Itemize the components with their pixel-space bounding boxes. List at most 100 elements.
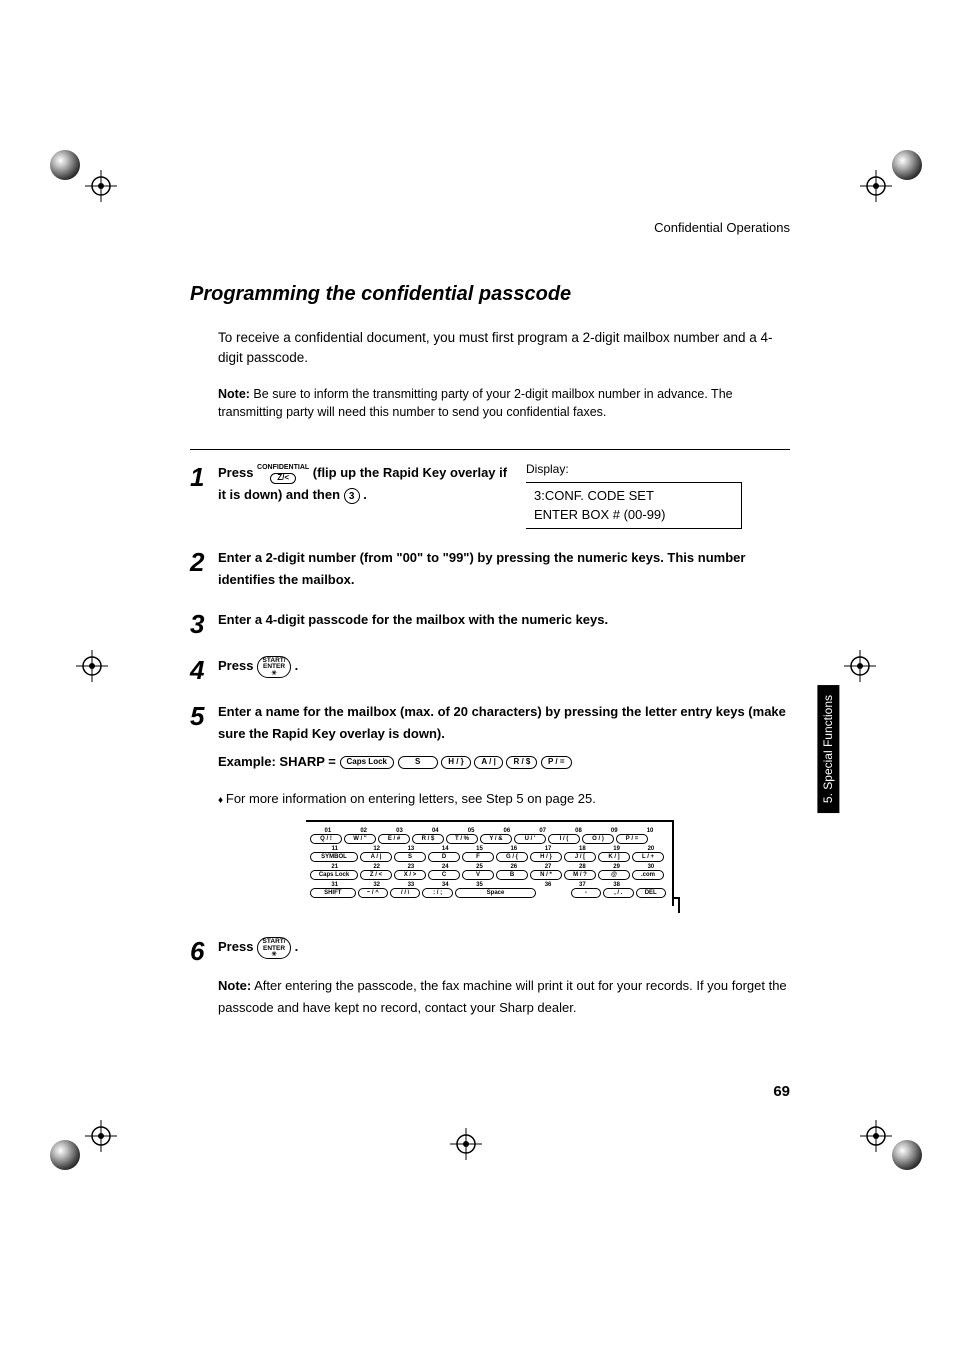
- kb-key: ~ / ^: [358, 888, 388, 898]
- step-2: 2 Enter a 2-digit number (from "00" to "…: [190, 547, 790, 591]
- step-number: 4: [190, 657, 218, 683]
- kb-key: DEL: [636, 888, 666, 898]
- r-key-icon: R / $: [506, 756, 537, 769]
- print-sphere-icon: [892, 1140, 922, 1170]
- kb-key: -: [571, 888, 601, 898]
- step-3: 3 Enter a 4-digit passcode for the mailb…: [190, 609, 790, 637]
- step-body: Press START/ ENTER ✳ . Note: After enter…: [218, 936, 790, 1019]
- print-sphere-icon: [892, 150, 922, 180]
- registration-mark-icon: [860, 1120, 892, 1152]
- kb-key: X / >: [394, 870, 426, 880]
- kb-key: D: [428, 852, 460, 862]
- kb-key: , / .: [603, 888, 633, 898]
- kb-key: Caps Lock: [310, 870, 358, 880]
- kb-key: C: [428, 870, 460, 880]
- step-number: 5: [190, 703, 218, 729]
- kb-key: B: [496, 870, 528, 880]
- kb-key: P / =: [616, 834, 648, 844]
- keyboard-diagram: 01020304050607080910 Q / !W / "E / #R / …: [306, 820, 674, 906]
- kb-key: F: [462, 852, 494, 862]
- registration-mark-icon: [860, 170, 892, 202]
- note-paragraph: Note: Be sure to inform the transmitting…: [218, 385, 790, 421]
- s-key-icon: S: [398, 756, 438, 769]
- kb-key: O / ): [582, 834, 614, 844]
- page-heading: Programming the confidential passcode: [190, 283, 790, 306]
- kb-row-1: Q / !W / "E / #R / $T / %Y / &U / 'I / (…: [310, 834, 668, 844]
- start-enter-key-icon: START/ ENTER ✳: [257, 937, 291, 959]
- kb-key: H / }: [530, 852, 562, 862]
- confidential-key-icon: CONFIDENTIAL Z/<: [257, 464, 309, 483]
- kb-key: @: [598, 870, 630, 880]
- display-line-1: 3:CONF. CODE SET: [534, 487, 733, 505]
- kb-key: .com: [632, 870, 664, 880]
- step-body: Enter a name for the mailbox (max. of 20…: [218, 701, 790, 773]
- kb-key: Space: [455, 888, 536, 898]
- display-line-2: ENTER BOX # (00-99): [534, 506, 733, 524]
- note2-label: Note:: [218, 978, 251, 993]
- kb-key: R / $: [412, 834, 444, 844]
- print-sphere-icon: [50, 1140, 80, 1170]
- step-body: Press CONFIDENTIAL Z/< (flip up the Rapi…: [218, 462, 508, 528]
- kb-key: SYMBOL: [310, 852, 358, 862]
- kb-key: / / \: [390, 888, 420, 898]
- registration-mark-icon: [450, 1128, 482, 1160]
- kb-key: E / #: [378, 834, 410, 844]
- step-4: 4 Press START/ ENTER ✳ .: [190, 655, 790, 683]
- manual-page: Confidential Operations Programming the …: [190, 220, 790, 1037]
- kb-key: S: [394, 852, 426, 862]
- registration-mark-icon: [85, 1120, 117, 1152]
- divider: [190, 449, 790, 450]
- info-bullet: For more information on entering letters…: [218, 791, 790, 806]
- kb-key: N / *: [530, 870, 562, 880]
- display-column: Display: 3:CONF. CODE SET ENTER BOX # (0…: [526, 462, 742, 528]
- kb-key: M / ?: [564, 870, 596, 880]
- kb-key: I / (: [548, 834, 580, 844]
- start-enter-key-icon: START/ ENTER ✳: [257, 656, 291, 678]
- a-key-icon: A / |: [474, 756, 502, 769]
- kb-key: Y / &: [480, 834, 512, 844]
- kb-key: Z / <: [360, 870, 392, 880]
- kb-key: : / ;: [422, 888, 452, 898]
- step-number: 2: [190, 549, 218, 575]
- step-body: Enter a 2-digit number (from "00" to "99…: [218, 547, 790, 591]
- kb-key: L / +: [632, 852, 664, 862]
- note-body: Be sure to inform the transmitting party…: [218, 387, 733, 419]
- step-6: 6 Press START/ ENTER ✳ . Note: After ent…: [190, 936, 790, 1019]
- page-number: 69: [190, 1083, 790, 1100]
- step-body: Enter a 4-digit passcode for the mailbox…: [218, 609, 790, 631]
- kb-col-num: 36: [531, 882, 565, 888]
- kb-row-2: SYMBOLA / |SDFG / {H / }J / [K / ]L / +: [310, 852, 668, 862]
- kb-key: V: [462, 870, 494, 880]
- print-sphere-icon: [50, 150, 80, 180]
- step-1: 1 Press CONFIDENTIAL Z/< (flip up the Ra…: [190, 462, 790, 528]
- kb-key: K / ]: [598, 852, 630, 862]
- kb-key: G / {: [496, 852, 528, 862]
- lcd-display: 3:CONF. CODE SET ENTER BOX # (00-99): [526, 482, 742, 528]
- kb-row-3: Caps LockZ / <X / >CVBN / *M / ?@.com: [310, 870, 668, 880]
- kb-row-4: SHIFT~ / ^/ / \: / ;Space -, / .DEL: [310, 888, 668, 898]
- note-label: Note:: [218, 387, 250, 401]
- display-label: Display:: [526, 462, 742, 476]
- capslock-key-icon: Caps Lock: [340, 756, 394, 769]
- kb-key: J / [: [564, 852, 596, 862]
- kb-key: W / ": [344, 834, 376, 844]
- kb-key: SHIFT: [310, 888, 356, 898]
- step-number: 1: [190, 464, 218, 490]
- kb-key: U / ': [514, 834, 546, 844]
- p-key-icon: P / =: [541, 756, 572, 769]
- key-3-icon: 3: [344, 488, 360, 504]
- h-key-icon: H / }: [441, 756, 471, 769]
- registration-mark-icon: [76, 650, 108, 682]
- section-header: Confidential Operations: [190, 220, 790, 235]
- step-body: Press START/ ENTER ✳ .: [218, 655, 790, 678]
- intro-paragraph: To receive a confidential document, you …: [218, 328, 790, 367]
- kb-key: Q / !: [310, 834, 342, 844]
- registration-mark-icon: [85, 170, 117, 202]
- step-number: 3: [190, 611, 218, 637]
- step-number: 6: [190, 938, 218, 964]
- kb-key: A / |: [360, 852, 392, 862]
- kb-key: T / %: [446, 834, 478, 844]
- chapter-tab: 5. Special Functions: [817, 685, 839, 813]
- registration-mark-icon: [844, 650, 876, 682]
- step-5: 5 Enter a name for the mailbox (max. of …: [190, 701, 790, 773]
